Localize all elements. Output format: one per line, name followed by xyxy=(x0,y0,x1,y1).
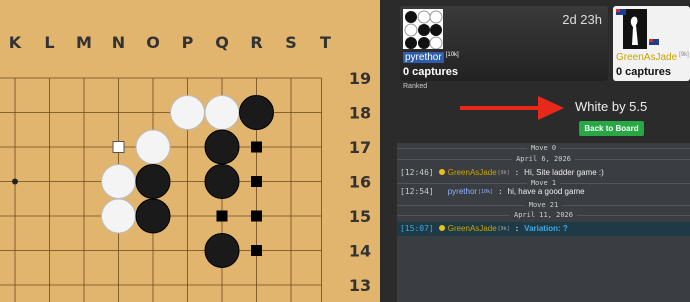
red-arrow-icon xyxy=(460,96,564,120)
back-to-board-button[interactable]: Back to Board xyxy=(579,121,644,136)
message-author[interactable]: GreenAsJade xyxy=(448,168,497,177)
message-colon: : xyxy=(497,187,503,196)
separator-label: Move 0 xyxy=(526,144,561,152)
game-info-panel: 2d 23h pyrethor [10k] 0 captures GreenAsJ… xyxy=(380,0,690,302)
white-player-name[interactable]: pyrethor [10k] xyxy=(403,52,459,63)
game-clock: 2d 23h xyxy=(562,12,602,27)
message-author-rank: [9k] xyxy=(497,170,510,176)
black-territory-mark xyxy=(251,210,262,222)
black-stone[interactable] xyxy=(204,164,240,199)
black-stone[interactable] xyxy=(239,95,274,130)
date-label: April 6, 2026 xyxy=(512,155,575,163)
chat-separator: Move 0 xyxy=(397,144,690,152)
column-label: O xyxy=(146,33,160,52)
go-board[interactable]: K L M N O P Q R S T 19 18 17 16 15 14 13 xyxy=(0,0,380,302)
variation-link[interactable]: Variation: ? xyxy=(524,224,568,233)
black-territory-mark xyxy=(251,176,262,187)
black-avatar-icon xyxy=(623,9,647,49)
row-label: 14 xyxy=(349,242,371,261)
black-player-rank: [9k] xyxy=(679,52,689,58)
white-player-username[interactable]: pyrethor xyxy=(403,52,444,63)
date-label: April 11, 2026 xyxy=(509,211,577,219)
row-label: 13 xyxy=(349,276,371,295)
moderator-dot-icon xyxy=(438,169,445,175)
message-text: Hi, Site ladder game :) xyxy=(524,168,604,177)
column-label: R xyxy=(250,33,262,52)
chat-message: [12:54] pyrethor[10k] : hi, have a good g… xyxy=(397,185,690,199)
chat-message: [15:07] GreenAsJade[9k] : Variation: ? xyxy=(397,222,690,236)
chat-date: April 6, 2026 xyxy=(397,155,690,163)
ranked-label: Ranked xyxy=(403,83,428,90)
column-label: M xyxy=(76,33,92,52)
row-label: 17 xyxy=(349,138,371,157)
column-label: P xyxy=(182,33,194,52)
message-author[interactable]: GreenAsJade xyxy=(448,224,497,233)
black-stone[interactable] xyxy=(204,129,240,165)
black-player-name[interactable]: GreenAsJade [9k] xyxy=(616,52,689,63)
column-label: Q xyxy=(215,33,229,52)
white-territory-mark xyxy=(112,141,125,153)
white-stone[interactable] xyxy=(170,95,205,130)
row-label: 15 xyxy=(349,207,371,226)
message-time: [12:54] xyxy=(400,187,434,196)
chat-log[interactable]: Move 0 April 6, 2026 [12:46] GreenAsJade[… xyxy=(397,143,690,302)
column-label: S xyxy=(285,33,297,52)
white-stone[interactable] xyxy=(204,95,240,130)
moderator-dot-icon xyxy=(438,225,445,231)
message-colon: : xyxy=(514,168,520,177)
message-time: [12:46] xyxy=(400,168,434,177)
chat-date: April 11, 2026 xyxy=(397,211,690,219)
black-captures: 0 captures xyxy=(616,66,672,78)
white-stone[interactable] xyxy=(101,164,136,199)
black-territory-mark xyxy=(251,141,262,153)
black-stone[interactable] xyxy=(204,233,240,268)
message-text: hi, have a good game xyxy=(507,187,585,196)
row-label: 16 xyxy=(349,173,371,192)
chat-separator: Move 1 xyxy=(397,179,690,187)
online-indicator-icon xyxy=(616,9,626,15)
row-label: 18 xyxy=(349,104,371,123)
black-stone[interactable] xyxy=(135,164,171,199)
separator-label: Move 21 xyxy=(524,201,563,209)
message-author[interactable]: pyrethor xyxy=(448,187,477,196)
white-player-rank: [10k] xyxy=(445,52,459,58)
message-author-rank: [9k] xyxy=(497,226,510,232)
separator-label: Move 1 xyxy=(526,179,561,187)
white-stone[interactable] xyxy=(101,198,136,234)
row-label: 19 xyxy=(349,69,371,88)
message-time: [15:07] xyxy=(400,224,434,233)
column-label: N xyxy=(112,33,125,52)
message-author-rank: [10k] xyxy=(478,189,494,195)
board-grid[interactable]: K L M N O P Q R S T 19 18 17 16 15 14 13 xyxy=(0,0,380,302)
star-point xyxy=(12,178,18,185)
black-player-card[interactable]: GreenAsJade [9k] 0 captures xyxy=(613,6,690,81)
white-avatar-icon xyxy=(403,9,443,49)
black-territory-mark xyxy=(251,245,262,256)
column-label: T xyxy=(320,33,331,52)
chat-message: [12:46] GreenAsJade[9k] : Hi, Site ladder… xyxy=(397,166,690,180)
game-result: White by 5.5 xyxy=(575,99,648,114)
white-player-card[interactable]: 2d 23h pyrethor [10k] 0 captures xyxy=(400,6,608,81)
column-label: L xyxy=(44,33,54,52)
white-captures: 0 captures xyxy=(403,66,459,78)
black-stone[interactable] xyxy=(135,198,171,234)
black-territory-mark xyxy=(216,210,228,222)
message-colon: : xyxy=(514,224,520,233)
chat-separator: Move 21 xyxy=(397,201,690,209)
column-label: K xyxy=(9,33,22,52)
black-player-username[interactable]: GreenAsJade xyxy=(616,52,677,63)
black-country-flag-icon xyxy=(649,39,659,45)
white-stone[interactable] xyxy=(135,129,171,165)
